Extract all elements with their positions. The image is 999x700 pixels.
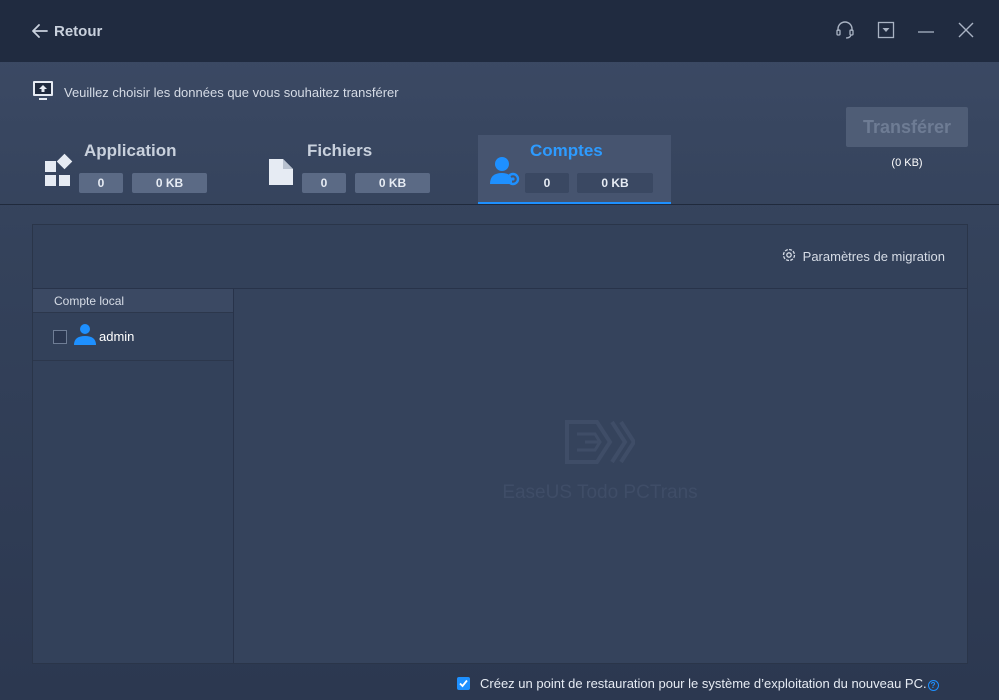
monitor-upload-icon: [32, 80, 54, 105]
account-list: Compte local admin: [33, 288, 234, 663]
transfer-button[interactable]: Transférer: [846, 107, 968, 147]
migration-settings-button[interactable]: Paramètres de migration: [781, 247, 945, 266]
account-list-header: Compte local: [33, 289, 233, 313]
instruction-line: Veuillez choisir les données que vous so…: [32, 80, 399, 104]
tab-application-count: 0: [79, 173, 123, 193]
tab-fichiers[interactable]: Fichiers 0 0 KB: [255, 135, 455, 204]
file-icon: [265, 153, 299, 187]
account-checkbox[interactable]: [53, 329, 67, 344]
tab-fichiers-label: Fichiers: [307, 141, 373, 160]
back-label: Retour: [54, 22, 103, 40]
user-icon: [73, 322, 97, 351]
tab-application-size: 0 KB: [132, 173, 207, 193]
watermark-text: EaseUS Todo PCTrans: [502, 482, 698, 503]
tab-comptes-count: 0: [525, 173, 569, 193]
migration-settings-label: Paramètres de migration: [802, 249, 945, 264]
back-button[interactable]: Retour: [32, 20, 102, 42]
support-icon[interactable]: [834, 19, 856, 41]
tab-application[interactable]: Application 0 0 KB: [32, 135, 232, 204]
tab-fichiers-count: 0: [302, 173, 346, 193]
user-settings-icon: [488, 153, 522, 187]
easeus-logo-icon: [565, 420, 637, 471]
dropdown-menu-icon[interactable]: [875, 19, 897, 41]
watermark: EaseUS Todo PCTrans: [500, 417, 700, 504]
tab-fichiers-size: 0 KB: [355, 173, 430, 193]
restore-point-option: Créez un point de restauration pour le s…: [457, 676, 939, 691]
transfer-size: (0 KB): [891, 157, 923, 169]
tabs-divider: [0, 204, 999, 205]
restore-checkbox[interactable]: [457, 677, 470, 690]
account-details-area: EaseUS Todo PCTrans: [234, 288, 967, 663]
close-icon[interactable]: [955, 19, 977, 41]
panel-toolbar: Paramètres de migration: [33, 225, 967, 288]
accounts-panel: Paramètres de migration Compte local adm…: [32, 224, 968, 664]
tab-comptes-label: Comptes: [530, 141, 603, 160]
instruction-text: Veuillez choisir les données que vous so…: [64, 84, 399, 100]
minimize-icon[interactable]: [915, 19, 937, 41]
restore-label: Créez un point de restauration pour le s…: [480, 676, 927, 691]
list-item[interactable]: admin: [33, 313, 233, 361]
help-icon[interactable]: ?: [927, 680, 939, 691]
arrow-left-icon: [32, 24, 48, 38]
gear-icon: [781, 247, 797, 266]
title-bar: Retour: [0, 0, 999, 62]
account-name: admin: [99, 329, 135, 344]
tab-comptes[interactable]: Comptes 0 0 KB: [478, 135, 671, 204]
tab-comptes-size: 0 KB: [577, 173, 653, 193]
apps-grid-icon: [42, 153, 76, 187]
tab-application-label: Application: [84, 141, 177, 160]
